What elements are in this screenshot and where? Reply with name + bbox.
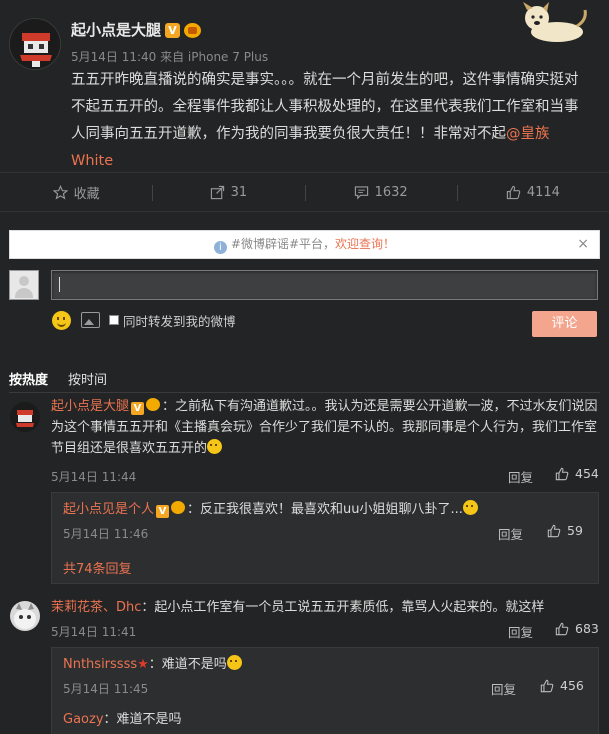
reply-like-count: 456 bbox=[560, 678, 584, 693]
reply-button[interactable]: 回复 bbox=[508, 622, 533, 641]
text-caret bbox=[59, 277, 60, 292]
weibo-post: 起小点是大腿 V 5月14日 11:40 来自 iPhone 7 Plus 五五开… bbox=[0, 0, 609, 172]
comment-icon bbox=[354, 185, 368, 199]
like-count: 4114 bbox=[526, 184, 560, 200]
comment-author[interactable]: 起小点是大腿 bbox=[51, 399, 129, 414]
image-icon[interactable] bbox=[81, 312, 100, 328]
comment-like-button[interactable]: 683 bbox=[555, 621, 599, 636]
comment-author[interactable]: 茉莉花茶、Dhc bbox=[51, 600, 141, 615]
notice-text: #微博辟谣#平台， bbox=[230, 237, 336, 251]
author-name[interactable]: 起小点是大腿 V bbox=[71, 19, 202, 40]
reply-button[interactable]: 回复 bbox=[508, 467, 533, 486]
comment-like-count: 454 bbox=[575, 466, 599, 481]
vip-badge-icon bbox=[171, 501, 186, 514]
dog-sticker-icon bbox=[523, 2, 587, 42]
reply-text: 起小点见是个人 V ：反正我很喜欢！最喜欢和uu小姐姐聊八卦了... bbox=[63, 499, 593, 520]
reply-button[interactable]: 回复 bbox=[491, 679, 516, 698]
forward-checkbox[interactable] bbox=[109, 315, 119, 325]
close-icon[interactable]: × bbox=[577, 231, 589, 258]
thumb-up-icon bbox=[540, 679, 554, 692]
comment-body: ：起小点工作室有一个员工说五五开素质低，靠骂人火起来的。就这样 bbox=[141, 600, 545, 615]
emoji-face-icon bbox=[462, 500, 478, 515]
forward-button[interactable]: 31 bbox=[152, 173, 304, 211]
reply-author[interactable]: Nnthsirssss bbox=[63, 657, 137, 672]
comment-input[interactable] bbox=[51, 270, 598, 300]
post-action-bar: 收藏 31 1632 4114 bbox=[0, 172, 609, 212]
comment-time: 5月14日 11:44 bbox=[51, 470, 137, 484]
author-name-text[interactable]: 起小点是大腿 bbox=[71, 21, 161, 39]
comment-avatar[interactable] bbox=[10, 601, 40, 631]
reply-button[interactable]: 回复 bbox=[498, 524, 523, 543]
post-meta: 5月14日 11:40 来自 iPhone 7 Plus bbox=[71, 50, 269, 64]
emoji-face-icon bbox=[226, 655, 242, 670]
forward-icon bbox=[210, 185, 224, 199]
comment-sort-tabs: 按热度 按时间 bbox=[9, 369, 127, 388]
comment-avatar[interactable] bbox=[10, 402, 40, 432]
post-text: 五五开昨晚直播说的确实是事实。。。就在一个月前发生的吧，这件事情确实挺对不起五五… bbox=[71, 67, 591, 175]
reply-like-button[interactable]: 456 bbox=[540, 678, 584, 693]
composer-tools: 同时转发到我的微博 bbox=[52, 310, 236, 330]
vip-badge-icon bbox=[146, 398, 161, 411]
thumb-up-icon bbox=[547, 524, 561, 537]
vip-badge-icon bbox=[184, 23, 202, 38]
comment-text: 起小点是大腿 V ：之前私下有沟通道歉过。。我认为还是需要公开道歉一波，不过水友们说… bbox=[51, 396, 599, 459]
reply-like-count: 59 bbox=[567, 523, 583, 538]
thumb-up-icon bbox=[506, 185, 521, 199]
submit-comment-button[interactable]: 评论 bbox=[532, 311, 597, 337]
thumb-up-icon bbox=[555, 467, 569, 480]
like-button[interactable]: 4114 bbox=[456, 173, 609, 211]
emoji-face-icon bbox=[207, 439, 223, 454]
comment-text: 茉莉花茶、Dhc：起小点工作室有一个员工说五五开素质低，靠骂人火起来的。就这样 bbox=[51, 597, 599, 618]
author-avatar[interactable] bbox=[9, 18, 61, 70]
reply-author[interactable]: 起小点见是个人 bbox=[63, 502, 154, 517]
comment-count: 1632 bbox=[374, 184, 408, 200]
verified-badge-icon: V bbox=[165, 23, 181, 38]
reply-time: 5月14日 11:46 bbox=[63, 527, 149, 541]
red-star-icon: ★ bbox=[137, 657, 149, 672]
forward-count: 31 bbox=[230, 184, 248, 200]
reply-like-button[interactable]: 59 bbox=[547, 523, 583, 538]
reply-body: ：反正我很喜欢！最喜欢和uu小姐姐聊八卦了... bbox=[187, 502, 463, 517]
favorite-button[interactable]: 收藏 bbox=[0, 173, 152, 211]
tab-sort-hot[interactable]: 按热度 bbox=[9, 373, 48, 388]
reply-text: Gaozy：难道不是吗 bbox=[63, 709, 593, 730]
verified-badge-icon: V bbox=[156, 505, 170, 518]
more-replies-link[interactable]: 共74条回复 bbox=[63, 558, 132, 577]
emoji-icon[interactable] bbox=[52, 310, 71, 330]
reply-body: ：难道不是吗 bbox=[103, 712, 182, 727]
star-icon bbox=[52, 184, 68, 199]
thumb-up-icon bbox=[555, 622, 569, 635]
forward-checkbox-label[interactable]: 同时转发到我的微博 bbox=[123, 311, 236, 330]
favorite-label: 收藏 bbox=[73, 186, 100, 202]
verified-badge-icon: V bbox=[131, 402, 145, 415]
comment-time: 5月14日 11:41 bbox=[51, 625, 137, 639]
rumor-notice: i #微博辟谣#平台，欢迎查询！ × bbox=[9, 230, 600, 259]
reply-author[interactable]: Gaozy bbox=[63, 712, 104, 727]
comment-like-button[interactable]: 454 bbox=[555, 466, 599, 481]
reply-time: 5月14日 11:45 bbox=[63, 682, 149, 696]
reply-body: ：难道不是吗 bbox=[148, 657, 227, 672]
info-icon: i bbox=[213, 241, 227, 254]
post-body: 五五开昨晚直播说的确实是事实。。。就在一个月前发生的吧，这件事情确实挺对不起五五… bbox=[71, 72, 579, 142]
comment-like-count: 683 bbox=[575, 621, 599, 636]
reply-text: Nnthsirssss★：难道不是吗 bbox=[63, 654, 593, 675]
notice-link[interactable]: 欢迎查询！ bbox=[335, 237, 395, 251]
comment-button[interactable]: 1632 bbox=[304, 173, 457, 211]
tab-sort-time[interactable]: 按时间 bbox=[68, 373, 107, 388]
my-avatar[interactable] bbox=[9, 270, 39, 300]
divider bbox=[9, 392, 600, 393]
